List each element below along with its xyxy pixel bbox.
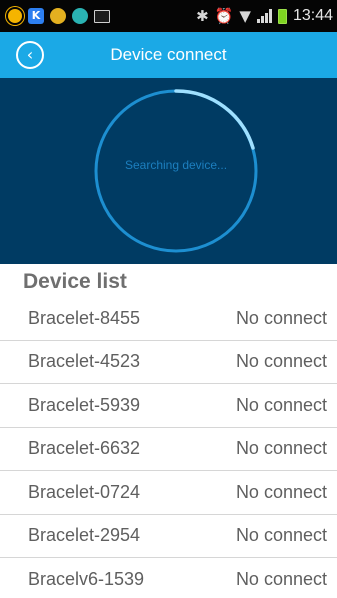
alarm-icon: ⏰ <box>214 6 234 25</box>
page-title: Device connect <box>110 45 227 64</box>
weather-sun-icon <box>8 9 22 23</box>
app-bar: ‹ Device connect <box>0 32 337 78</box>
status-time: 13:44 <box>292 7 333 24</box>
device-list: Bracelet-8455 No connect Bracelet-4523 No c… <box>0 297 337 598</box>
device-name: Bracelet-6632 <box>28 438 141 459</box>
bluetooth-icon: ✱ <box>196 6 209 25</box>
device-list-item[interactable]: Bracelet-4523 No connect <box>0 341 337 384</box>
wifi-icon: ▼ <box>239 6 251 25</box>
device-connection-status: No connect <box>235 481 327 502</box>
device-list-item[interactable]: Bracelet-6632 No connect <box>0 428 337 471</box>
signal-icon <box>256 9 272 23</box>
k-app-icon: K <box>28 8 44 24</box>
device-connection-status: No connect <box>235 569 327 590</box>
device-connection-status: No connect <box>235 351 327 372</box>
device-list-item[interactable]: Bracelet-2954 No connect <box>0 515 337 558</box>
search-status-text: Searching device... <box>124 158 228 172</box>
system-icons: ✱ ⏰ ▼ 13:44 <box>196 7 333 25</box>
device-connection-status: No connect <box>235 307 327 328</box>
progress-ring-arc <box>174 89 255 150</box>
device-name: Bracelet-8455 <box>28 307 141 328</box>
device-name: Bracelet-0724 <box>28 481 141 502</box>
device-list-header: Device list <box>23 270 127 293</box>
refresh-app-icon <box>72 8 88 24</box>
status-bar: K ✱ ⏰ ▼ 13:44 <box>0 0 337 32</box>
device-name: Bracelet-2954 <box>28 525 141 546</box>
device-name: Bracelet-5939 <box>28 394 141 415</box>
search-panel: Searching device... <box>0 78 337 264</box>
ball-app-icon <box>50 8 66 24</box>
back-button[interactable]: ‹ <box>16 41 44 69</box>
device-list-item[interactable]: Bracelet-8455 No connect <box>0 297 337 341</box>
device-connection-status: No connect <box>235 394 327 415</box>
device-list-item[interactable]: Bracelet-0724 No connect <box>0 471 337 515</box>
device-connection-status: No connect <box>235 525 327 546</box>
device-list-item[interactable]: Bracelet-5939 No connect <box>0 384 337 428</box>
battery-icon <box>277 8 287 24</box>
back-chevron-icon: ‹ <box>26 45 34 64</box>
device-name: Bracelet-4523 <box>28 351 141 372</box>
device-name: Bracelv6-1539 <box>28 569 145 590</box>
image-icon <box>94 9 110 23</box>
notification-icons: K <box>8 8 110 24</box>
device-connection-status: No connect <box>235 438 327 459</box>
device-list-item[interactable]: Bracelv6-1539 No connect <box>0 558 337 598</box>
